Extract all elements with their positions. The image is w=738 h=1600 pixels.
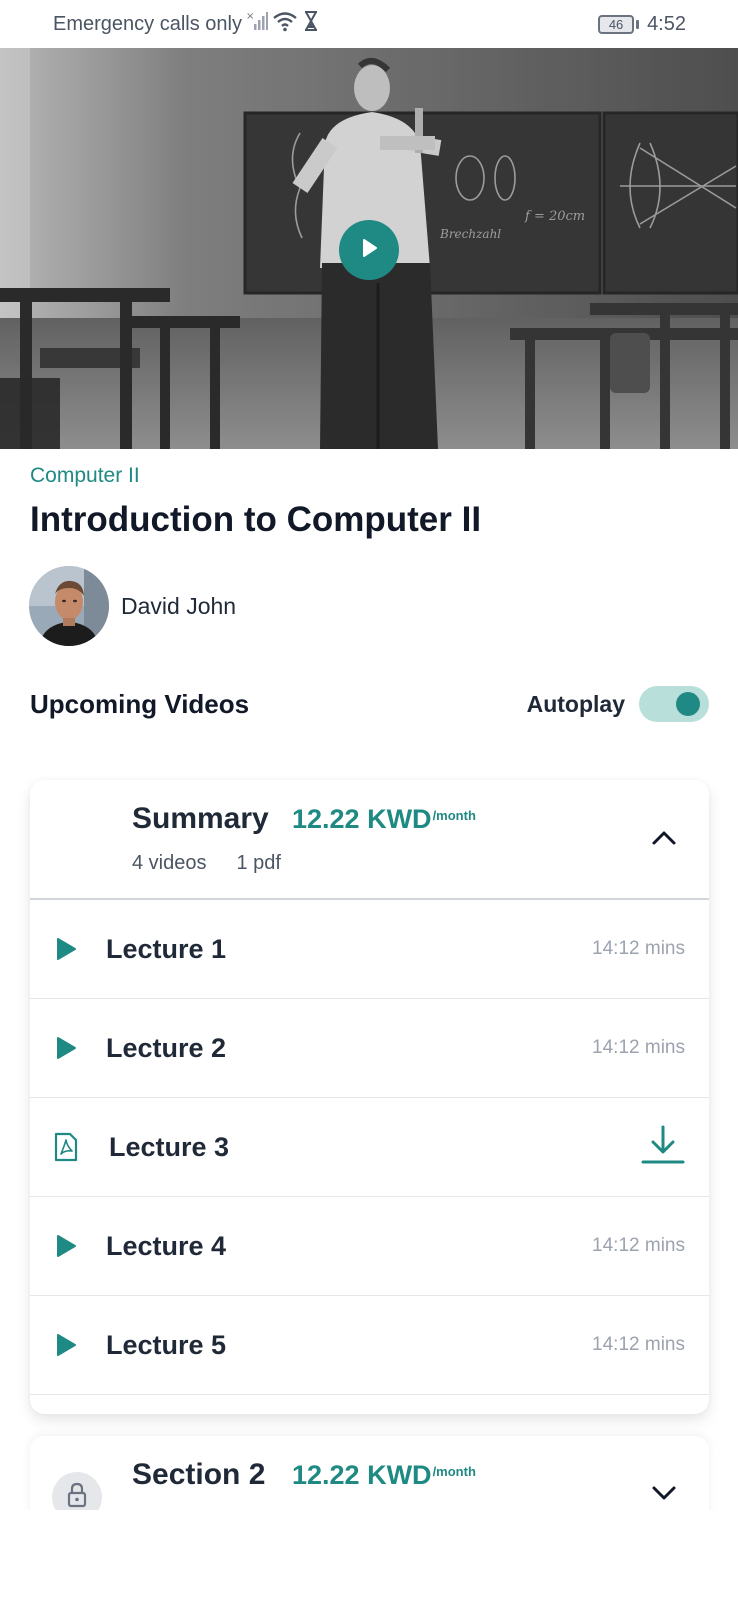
course-title: Introduction to Computer II — [30, 500, 482, 539]
status-right: 46 4:52 — [598, 13, 686, 36]
pdf-icon — [52, 1132, 80, 1162]
clock: 4:52 — [647, 12, 686, 35]
hourglass-icon — [302, 10, 320, 38]
lecture-row[interactable]: Lecture 2 14:12 mins — [30, 999, 709, 1098]
lecture-row[interactable]: Lecture 3 — [30, 1098, 709, 1197]
section-header[interactable]: Summary 12.22 KWD /month 4 videos 1 pdf — [30, 780, 709, 900]
price-amount: 12.22 KWD — [292, 804, 432, 834]
lecture-duration: 14:12 mins — [592, 1334, 685, 1355]
pdf-count: 1 pdf — [236, 852, 281, 874]
status-left: Emergency calls only × — [53, 10, 320, 38]
play-icon — [52, 1232, 80, 1260]
upcoming-header: Upcoming Videos Autoplay — [30, 684, 709, 724]
autoplay-toggle[interactable] — [639, 686, 709, 722]
lock-icon — [66, 1482, 88, 1513]
play-icon — [52, 1331, 80, 1359]
video-player[interactable]: f = 20cm Brechzahl — [0, 48, 738, 449]
lecture-row[interactable]: Lecture 4 14:12 mins — [30, 1197, 709, 1296]
price-unit: /month — [432, 1464, 476, 1479]
play-icon — [358, 237, 380, 264]
lecture-duration: 14:12 mins — [592, 938, 685, 959]
wifi-icon — [272, 10, 298, 38]
price-unit: /month — [432, 808, 476, 823]
battery-icon: 46 — [598, 14, 640, 34]
collapse-button[interactable] — [649, 824, 679, 854]
play-icon — [52, 935, 80, 963]
section-meta: 4 videos 1 pdf — [132, 852, 281, 875]
course-category[interactable]: Computer II — [30, 464, 140, 488]
autoplay-control: Autoplay — [527, 686, 709, 722]
lecture-title: Lecture 2 — [106, 1032, 227, 1063]
toggle-knob — [676, 692, 700, 716]
lecture-row[interactable]: Lecture 1 14:12 mins — [30, 900, 709, 999]
lecture-title: Lecture 5 — [106, 1329, 227, 1360]
no-signal-icon: × — [246, 10, 268, 38]
svg-text:×: × — [246, 11, 254, 22]
lecture-title: Lecture 4 — [106, 1230, 227, 1261]
section-card-summary: Summary 12.22 KWD /month 4 videos 1 pdf … — [30, 780, 709, 1414]
carrier-text: Emergency calls only — [53, 12, 242, 35]
lecture-duration: 14:12 mins — [592, 1235, 685, 1256]
instructor[interactable]: David John — [29, 566, 236, 646]
status-bar: Emergency calls only × 46 4:52 — [0, 0, 738, 48]
section-price: 12.22 KWD /month — [292, 804, 476, 835]
video-count: 4 videos — [132, 852, 207, 874]
autoplay-label: Autoplay — [526, 690, 625, 717]
download-button[interactable] — [641, 1125, 685, 1169]
download-icon — [641, 1125, 685, 1170]
play-icon — [52, 1034, 80, 1062]
chevron-down-icon — [651, 1484, 677, 1507]
lecture-row[interactable]: Lecture 5 14:12 mins — [30, 1296, 709, 1395]
battery-level: 46 — [598, 14, 635, 34]
price-amount: 12.22 KWD — [292, 1460, 432, 1490]
lecture-title: Lecture 3 — [109, 1131, 230, 1162]
bottom-spacer — [0, 1510, 738, 1600]
section-title: Summary — [132, 802, 269, 835]
play-button[interactable] — [339, 220, 399, 280]
section-price: 12.22 KWD /month — [292, 1460, 476, 1491]
section-title: Section 2 — [132, 1458, 266, 1491]
chevron-up-icon — [651, 828, 677, 851]
upcoming-videos-title: Upcoming Videos — [30, 688, 250, 719]
lecture-duration: 14:12 mins — [592, 1037, 685, 1058]
avatar[interactable] — [29, 566, 109, 646]
expand-button[interactable] — [649, 1480, 679, 1510]
instructor-name[interactable]: David John — [121, 593, 236, 620]
lecture-title: Lecture 1 — [106, 933, 227, 964]
